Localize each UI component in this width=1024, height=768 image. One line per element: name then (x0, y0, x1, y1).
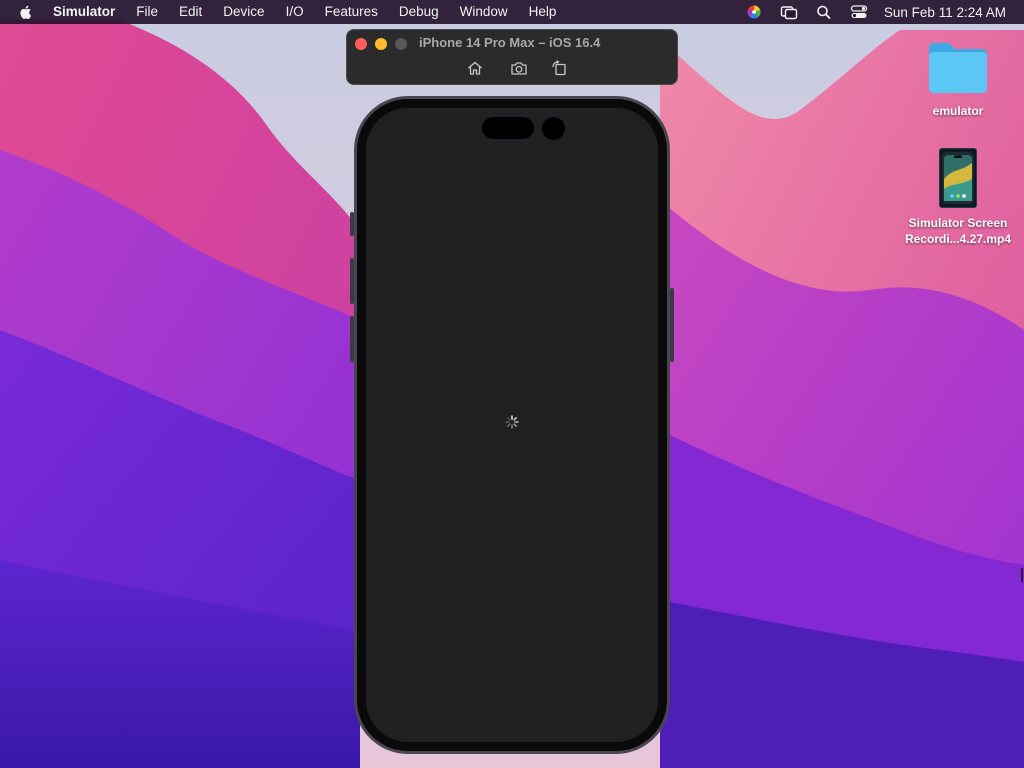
iphone-device-frame (354, 96, 670, 754)
menu-window[interactable]: Window (460, 0, 508, 24)
apple-logo-icon[interactable] (18, 4, 34, 20)
menu-bar-clock[interactable]: Sun Feb 11 2:24 AM (884, 5, 1006, 20)
screenshot-icon[interactable] (510, 60, 528, 76)
menu-file[interactable]: File (136, 0, 158, 24)
menu-device[interactable]: Device (223, 0, 264, 24)
thumbnail-preview (942, 152, 974, 204)
menu-edit[interactable]: Edit (179, 0, 202, 24)
menu-features[interactable]: Features (325, 0, 378, 24)
recording-label-line1: Simulator Screen (908, 216, 1008, 230)
menu-debug[interactable]: Debug (399, 0, 439, 24)
simulator-screen[interactable] (366, 108, 658, 742)
dynamic-island (482, 117, 534, 139)
desktop-wallpaper: Simulator File Edit Device I/O Features … (0, 0, 1024, 768)
menu-app-name[interactable]: Simulator (53, 0, 115, 24)
window-title: iPhone 14 Pro Max – iOS 16.4 (419, 35, 601, 50)
front-camera (542, 117, 565, 140)
folder-label: emulator (932, 104, 984, 118)
screen-mirroring-icon[interactable] (780, 4, 798, 20)
recording-label: Simulator Screen Recordi...4.27.mp4 (898, 215, 1018, 247)
loading-spinner-icon (505, 415, 519, 429)
menu-io[interactable]: I/O (286, 0, 304, 24)
color-wheel-icon[interactable] (745, 4, 763, 20)
power-button (670, 288, 674, 362)
window-close-button[interactable] (355, 38, 367, 50)
menu-help[interactable]: Help (529, 0, 557, 24)
window-minimize-button[interactable] (375, 38, 387, 50)
control-center-icon[interactable] (850, 4, 868, 20)
video-thumbnail-icon[interactable] (939, 148, 977, 208)
home-icon[interactable] (466, 60, 484, 76)
rotate-icon[interactable] (550, 60, 568, 76)
folder-icon[interactable] (926, 40, 990, 94)
recording-label-line2: Recordi...4.27.mp4 (904, 232, 1012, 246)
simulator-window-titlebar[interactable]: iPhone 14 Pro Max – iOS 16.4 (346, 29, 678, 85)
search-icon[interactable] (815, 4, 833, 20)
menu-bar: Simulator File Edit Device I/O Features … (0, 0, 1024, 24)
menu-bar-status-area: Sun Feb 11 2:24 AM (728, 0, 1006, 24)
text-cursor-icon (1021, 568, 1023, 582)
window-zoom-button[interactable] (395, 38, 407, 50)
